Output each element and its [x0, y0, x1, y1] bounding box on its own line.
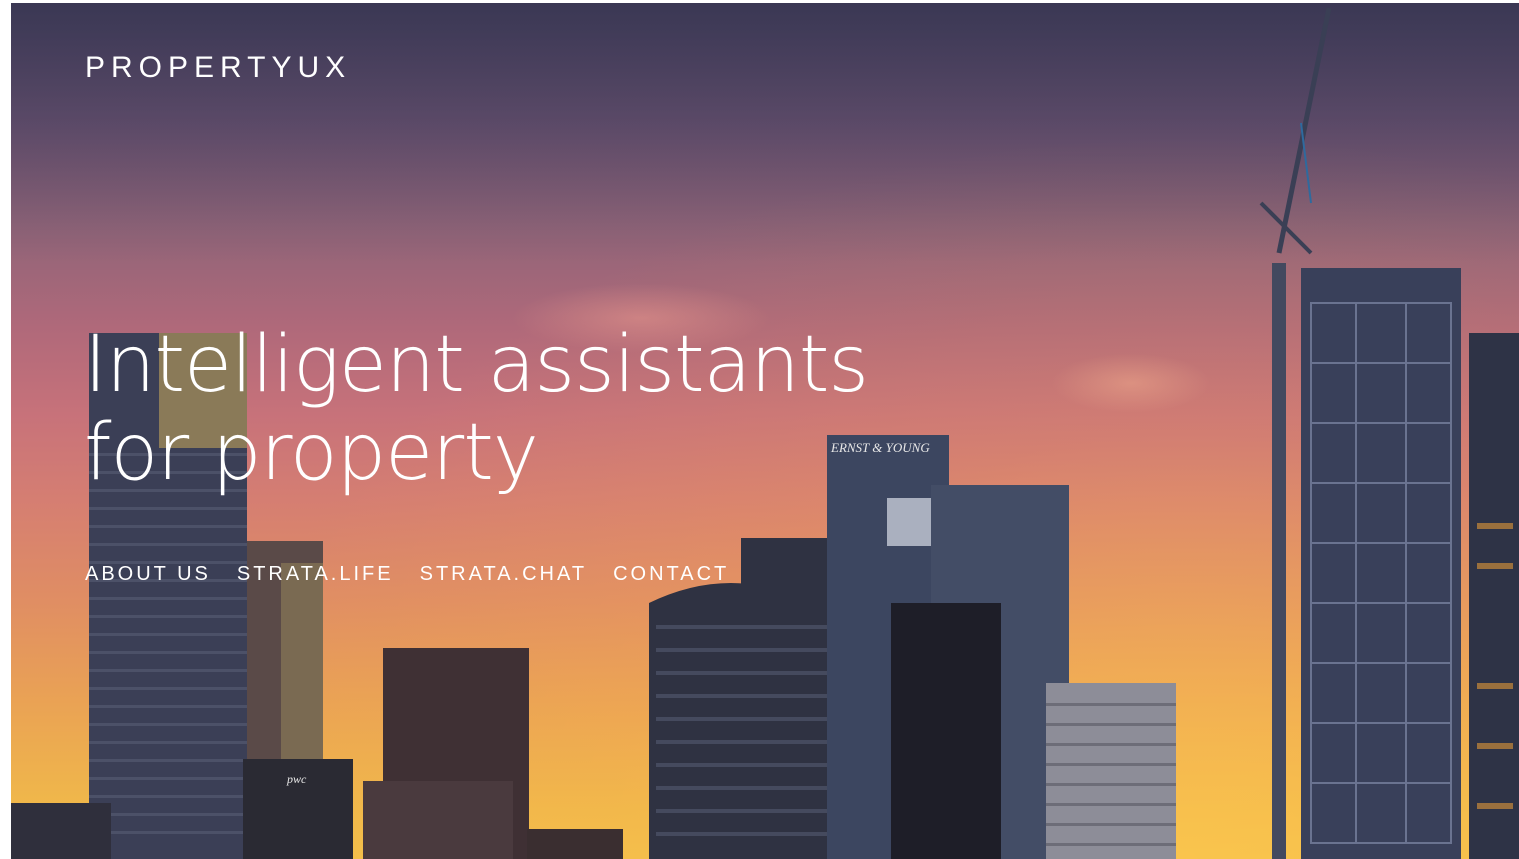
nav-strata-life[interactable]: STRATA.LIFE	[237, 563, 394, 586]
hero-section: pwc ERNST & YOUNG PROPERTYUX Intelligent…	[11, 3, 1519, 859]
pwc-sign: pwc	[286, 772, 307, 786]
nav-about-us[interactable]: ABOUT US	[85, 563, 211, 586]
nav-strata-chat[interactable]: STRATA.CHAT	[420, 563, 587, 586]
site-logo[interactable]: PROPERTYUX	[85, 51, 351, 85]
edge-building	[1469, 333, 1519, 859]
main-nav: ABOUT US STRATA.LIFE STRATA.CHAT CONTACT	[85, 563, 729, 586]
hero-headline: Intelligent assistants for property	[84, 320, 869, 498]
nav-contact[interactable]: CONTACT	[613, 563, 729, 586]
low-building	[11, 803, 111, 859]
headline-line-2: for property	[84, 408, 539, 498]
headline-line-1: Intelligent assistants	[84, 320, 869, 410]
apartment-building	[1046, 683, 1176, 859]
right-tower	[1301, 268, 1461, 859]
